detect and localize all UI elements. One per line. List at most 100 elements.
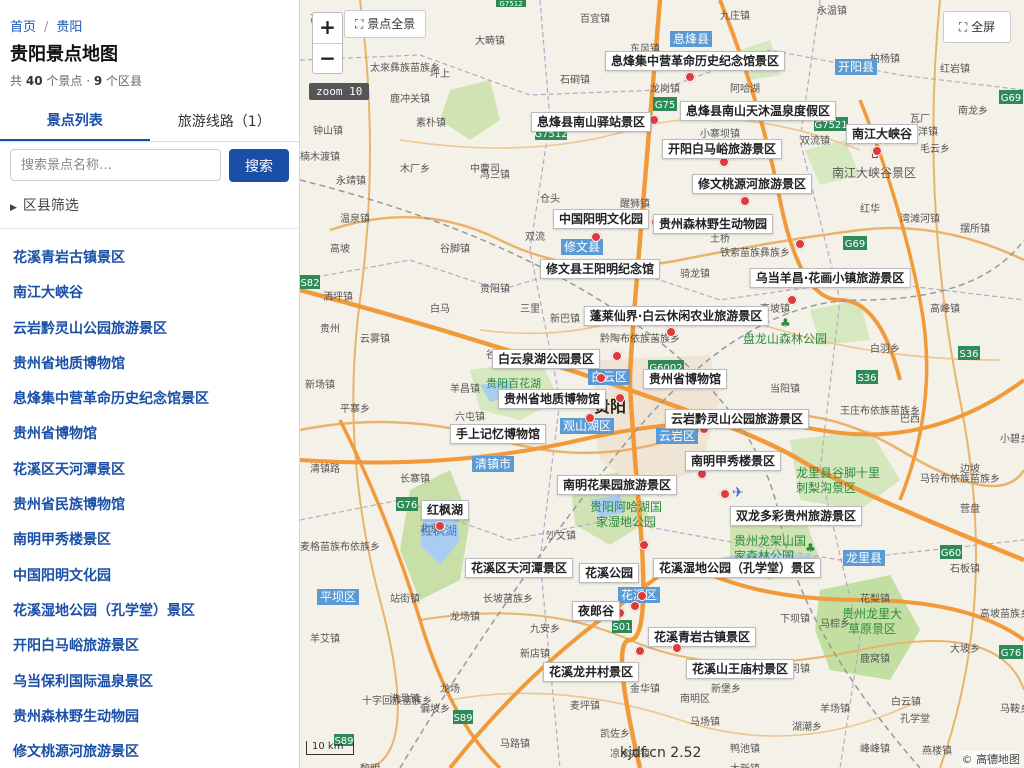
poi-callout[interactable]: 贵州省博物馆 bbox=[642, 369, 728, 389]
highway-shield-label: S36 bbox=[959, 349, 978, 360]
poi-marker-icon[interactable] bbox=[720, 489, 730, 499]
poi-marker-icon[interactable] bbox=[596, 373, 606, 383]
poi-marker-icon[interactable] bbox=[787, 295, 797, 305]
spot-link[interactable]: 南江大峡谷 bbox=[13, 285, 83, 301]
watermark: kjdf.cn 2.52 bbox=[620, 745, 702, 761]
poi-marker-icon[interactable] bbox=[795, 239, 805, 249]
town-label: 小碧乡 bbox=[1000, 434, 1024, 445]
list-item: 贵州省地质博物馆 bbox=[13, 354, 293, 389]
poi-callout[interactable]: 夜郎谷 bbox=[571, 601, 621, 621]
spot-link[interactable]: 贵州省博物馆 bbox=[13, 426, 97, 442]
town-label: 百宜镇 bbox=[580, 14, 610, 25]
town-label: 洒坪镇 bbox=[323, 292, 353, 303]
spot-link[interactable]: 修文桃源河旅游景区 bbox=[13, 744, 139, 760]
list-item: 南明甲秀楼景区 bbox=[13, 530, 293, 565]
spot-link[interactable]: 贵州森林野生动物园 bbox=[13, 709, 139, 725]
town-label: 云雾镇 bbox=[360, 334, 390, 345]
search-button[interactable]: 搜索 bbox=[229, 149, 289, 182]
poi-callout[interactable]: 花溪山王庙村景区 bbox=[685, 659, 795, 679]
tab-tour-routes[interactable]: 旅游线路（1） bbox=[150, 100, 300, 141]
spot-link[interactable]: 云岩黔灵山公园旅游景区 bbox=[13, 321, 167, 337]
tab-bar: 景点列表 旅游线路（1） bbox=[0, 100, 299, 142]
highway-shield-label: S82 bbox=[300, 278, 319, 289]
poi-callout[interactable]: 开阳白马峪旅游景区 bbox=[661, 139, 783, 159]
poi-marker-icon[interactable] bbox=[585, 413, 595, 423]
poi-callout[interactable]: 贵州森林野生动物园 bbox=[652, 214, 774, 234]
spot-link[interactable]: 中国阳明文化园 bbox=[13, 568, 111, 584]
poi-callout[interactable]: 双龙多彩贵州旅游景区 bbox=[729, 506, 863, 526]
poi-callout[interactable]: 白云泉湖公园景区 bbox=[491, 349, 601, 369]
tab-spot-list[interactable]: 景点列表 bbox=[0, 100, 150, 141]
poi-marker-icon[interactable] bbox=[666, 327, 676, 337]
poi-callout[interactable]: 花溪青岩古镇景区 bbox=[647, 627, 757, 647]
town-label: 边坡 bbox=[960, 464, 980, 475]
town-label: 新店镇 bbox=[520, 649, 550, 660]
poi-marker-icon[interactable] bbox=[435, 521, 445, 531]
poi-callout[interactable]: 南明花果园旅游景区 bbox=[556, 475, 678, 495]
breadcrumb-current-link[interactable]: 贵阳 bbox=[56, 20, 82, 35]
map-view[interactable]: G75 G7512 G7521 G69 S82 G6002 S36 S36 G7… bbox=[300, 0, 1024, 768]
town-label: 高坡苗族乡 bbox=[980, 609, 1024, 620]
town-label: 铁索苗族彝族乡 bbox=[720, 248, 790, 259]
poi-marker-icon[interactable] bbox=[740, 196, 750, 206]
poi-marker-icon[interactable] bbox=[630, 601, 640, 611]
poi-marker-icon[interactable] bbox=[591, 232, 601, 242]
poi-callout[interactable]: 蓬莱仙界·白云休闲农业旅游景区 bbox=[583, 306, 769, 326]
list-item: 南江大峡谷 bbox=[13, 283, 293, 318]
poi-callout[interactable]: 中国阳明文化园 bbox=[552, 209, 650, 229]
poi-callout[interactable]: 息烽集中营革命历史纪念馆景区 bbox=[604, 51, 786, 71]
poi-callout[interactable]: 花溪区天河潭景区 bbox=[464, 558, 574, 578]
spot-link[interactable]: 贵州省地质博物馆 bbox=[13, 356, 125, 372]
poi-marker-icon[interactable] bbox=[635, 646, 645, 656]
poi-callout[interactable]: 修文县王阳明纪念馆 bbox=[539, 259, 661, 279]
poi-callout[interactable]: 修文桃源河旅游景区 bbox=[691, 174, 813, 194]
page-title: 贵阳景点地图 bbox=[10, 44, 118, 65]
poi-callout[interactable]: 云岩黔灵山公园旅游景区 bbox=[664, 409, 810, 429]
triangle-right-icon: ▶ bbox=[10, 203, 17, 213]
spot-link[interactable]: 南明甲秀楼景区 bbox=[13, 532, 111, 548]
town-label: 洗马镇 bbox=[390, 694, 420, 705]
overview-button[interactable]: ⛶ 景点全景 bbox=[344, 10, 427, 38]
spot-link[interactable]: 花溪区天河潭景区 bbox=[13, 462, 125, 478]
spot-link[interactable]: 乌当保利国际温泉景区 bbox=[13, 674, 153, 690]
breadcrumb-home-link[interactable]: 首页 bbox=[10, 20, 36, 35]
town-label: 双流 bbox=[525, 232, 545, 243]
spot-link[interactable]: 花溪湿地公园（孔学堂）景区 bbox=[13, 603, 195, 619]
poi-marker-icon[interactable] bbox=[639, 540, 649, 550]
district-unit: 个区县 bbox=[106, 74, 143, 88]
town-label: 高峰镇 bbox=[930, 304, 960, 315]
poi-marker-icon[interactable] bbox=[685, 72, 695, 82]
town-label: 大新镇 bbox=[730, 760, 760, 768]
map-attribution: © 高德地图 bbox=[961, 751, 1020, 767]
highway-shield-label: G7521 bbox=[814, 120, 847, 131]
poi-marker-icon[interactable] bbox=[615, 393, 625, 403]
poi-callout[interactable]: 息烽县南山驿站景区 bbox=[530, 112, 652, 132]
poi-callout[interactable]: 南明甲秀楼景区 bbox=[684, 451, 782, 471]
poi-callout[interactable]: 花溪龙井村景区 bbox=[542, 662, 640, 682]
poi-marker-icon[interactable] bbox=[637, 591, 647, 601]
spot-link[interactable]: 息烽集中营革命历史纪念馆景区 bbox=[13, 391, 209, 407]
zoom-out-button[interactable]: − bbox=[313, 43, 342, 73]
district-filter-toggle[interactable]: ▶ 区县筛选 bbox=[10, 195, 79, 215]
search-input[interactable] bbox=[10, 149, 221, 181]
poi-marker-icon[interactable] bbox=[612, 351, 622, 361]
spot-link[interactable]: 开阳白马峪旅游景区 bbox=[13, 638, 139, 654]
town-label: 白云镇 bbox=[891, 697, 921, 708]
poi-callout[interactable]: 贵州省地质博物馆 bbox=[497, 389, 607, 409]
poi-marker-icon[interactable] bbox=[872, 146, 882, 156]
poi-callout[interactable]: 息烽县南山天沐温泉度假区 bbox=[679, 101, 837, 121]
poi-callout[interactable]: 手上记忆博物馆 bbox=[449, 424, 547, 444]
fullscreen-button[interactable]: ⛶ 全屏 bbox=[943, 11, 1011, 43]
poi-callout[interactable]: 花溪公园 bbox=[578, 563, 640, 583]
town-label: 红华 bbox=[860, 204, 880, 215]
spot-link[interactable]: 花溪青岩古镇景区 bbox=[13, 250, 125, 266]
poi-marker-icon[interactable] bbox=[672, 643, 682, 653]
poi-callout[interactable]: 南江大峡谷 bbox=[845, 124, 919, 144]
spot-link[interactable]: 贵州省民族博物馆 bbox=[13, 497, 125, 513]
district-badge-pingba: 平坝区 bbox=[317, 589, 360, 605]
poi-callout[interactable]: 红枫湖 bbox=[420, 500, 470, 520]
zoom-in-button[interactable]: + bbox=[313, 13, 342, 43]
poi-callout[interactable]: 乌当羊昌·花画小镇旅游景区 bbox=[749, 268, 911, 288]
poi-callout[interactable]: 花溪湿地公园（孔学堂）景区 bbox=[652, 558, 822, 578]
town-label: 贵州 bbox=[320, 324, 340, 335]
